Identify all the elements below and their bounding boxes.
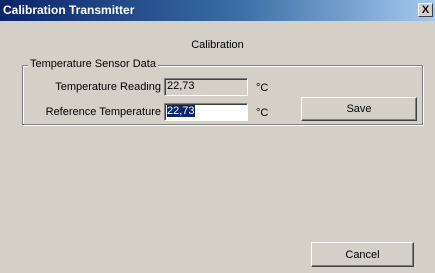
reference-temperature-unit: °C: [256, 107, 269, 119]
title-bar[interactable]: Calibration Transmitter X: [0, 0, 435, 21]
reference-temperature-label: Reference Temperature: [45, 106, 161, 118]
temperature-reading-label: Temperature Reading: [55, 81, 161, 93]
close-icon: X: [421, 3, 430, 16]
groupbox-legend: Temperature Sensor Data: [28, 58, 158, 70]
temperature-reading-field: 22,73: [164, 78, 248, 96]
save-button-label: Save: [346, 103, 372, 115]
window-title: Calibration Transmitter: [3, 3, 135, 17]
close-button[interactable]: X: [418, 3, 433, 17]
save-button[interactable]: Save: [301, 97, 417, 121]
temperature-reading-value: 22,73: [167, 80, 195, 92]
cancel-button-label: Cancel: [345, 248, 380, 261]
reference-temperature-input[interactable]: 22,73: [164, 103, 248, 121]
temperature-reading-unit: °C: [256, 82, 269, 94]
cancel-button[interactable]: Cancel: [311, 242, 414, 267]
calibration-heading: Calibration: [191, 39, 244, 51]
reference-temperature-value: 22,73: [167, 105, 195, 117]
